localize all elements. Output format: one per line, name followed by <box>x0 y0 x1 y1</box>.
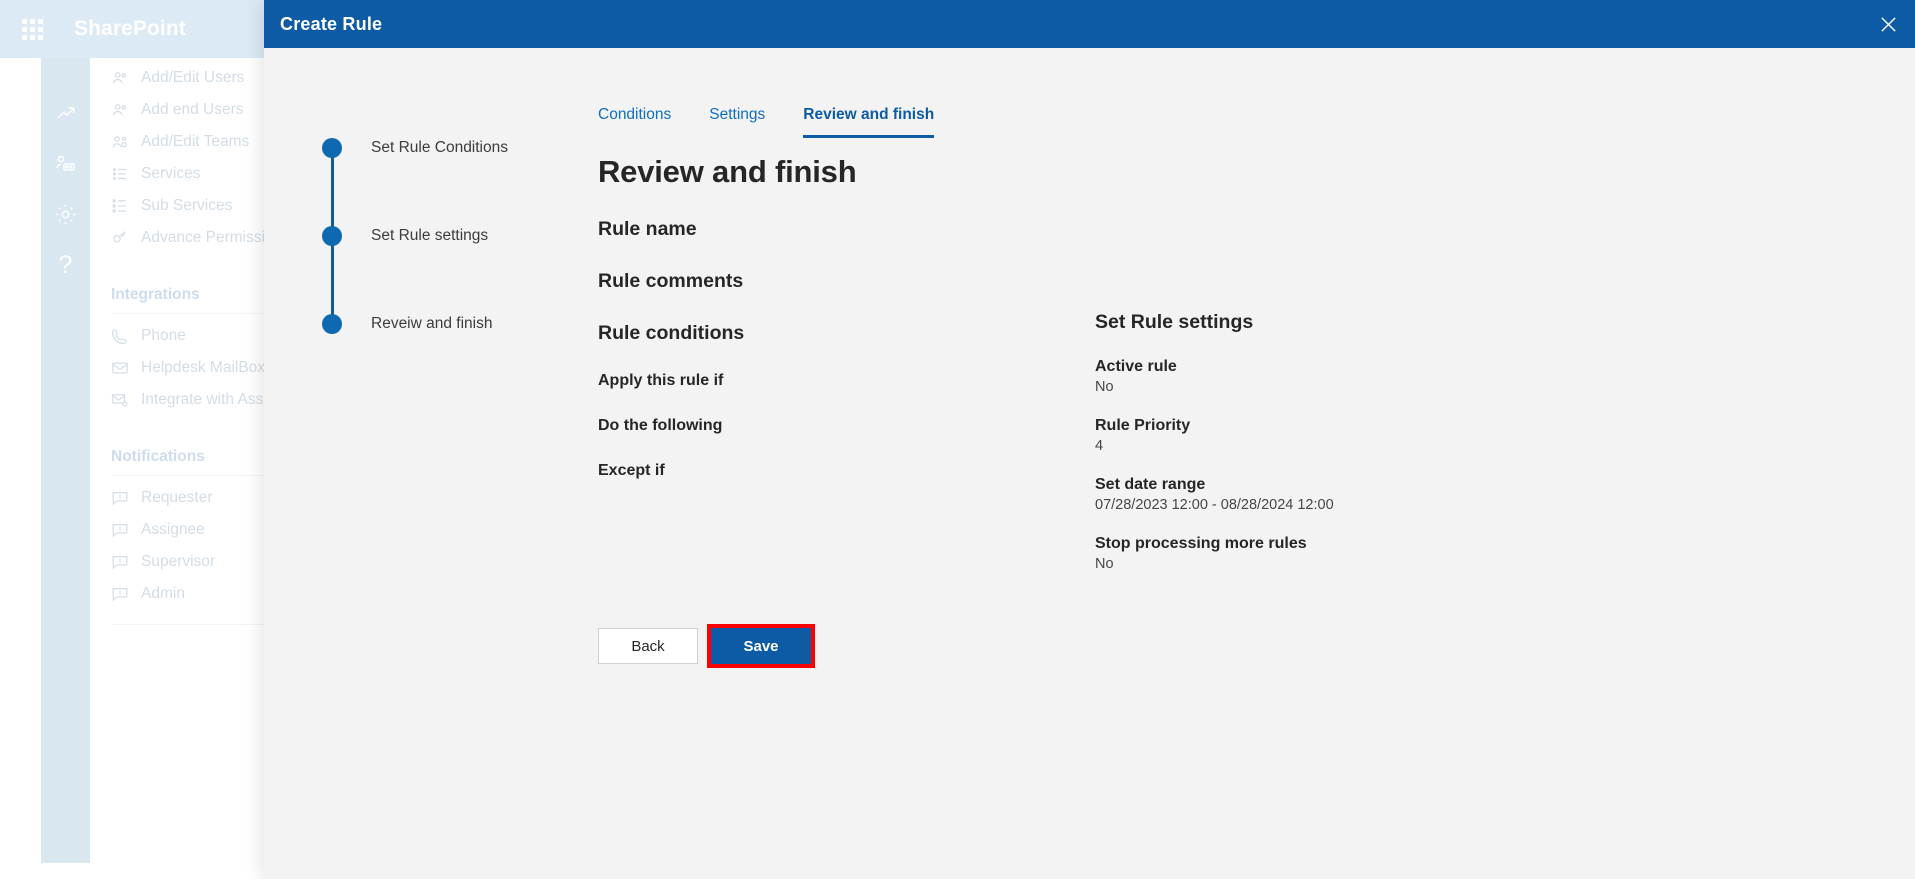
rail-item-people[interactable] <box>41 138 90 189</box>
nav-item-label: Add/Edit Teams <box>141 133 250 150</box>
rail-item-analytics[interactable] <box>41 87 90 138</box>
nav-item-label: Sub Services <box>141 197 233 214</box>
setting-rule-priority: Rule Priority 4 <box>1095 417 1555 454</box>
setting-value: 4 <box>1095 438 1104 454</box>
step-set-rule-settings[interactable]: Set Rule settings <box>322 192 582 324</box>
close-x-icon <box>1879 15 1898 34</box>
page-title: Review and finish <box>598 154 857 189</box>
rail-item-settings[interactable] <box>41 189 90 240</box>
dialog-header: Create Rule <box>264 0 1915 48</box>
step-dot-icon <box>322 226 342 246</box>
users-icon <box>111 101 135 119</box>
back-button[interactable]: Back <box>598 628 698 664</box>
waffle-grid-icon[interactable] <box>12 9 52 49</box>
nav-item-label: Requester <box>141 489 213 506</box>
settings-panel-title: Set Rule settings <box>1095 311 1254 333</box>
mail-gear-icon <box>111 391 135 409</box>
nav-item-label: Supervisor <box>141 553 216 570</box>
nav-item-label: Services <box>141 165 201 182</box>
help-question-icon: ? <box>58 251 73 279</box>
nav-item-label: Helpdesk MailBox <box>141 359 266 376</box>
field-except-if: Except if <box>598 462 665 479</box>
team-icon <box>111 133 135 151</box>
nav-item-label: Phone <box>141 327 186 344</box>
suite-app-name: SharePoint <box>74 17 186 40</box>
step-dot-icon <box>322 138 342 158</box>
field-apply-this-rule-if: Apply this rule if <box>598 372 724 389</box>
wizard-tabs: Conditions Settings Review and finish <box>598 106 934 138</box>
comment-alert-icon <box>111 585 135 603</box>
sublist-icon <box>111 197 135 215</box>
field-rule-name: Rule name <box>598 218 697 240</box>
icon-rail: ? <box>41 58 90 863</box>
tab-settings[interactable]: Settings <box>709 106 765 138</box>
field-do-the-following: Do the following <box>598 417 723 434</box>
comment-alert-icon <box>111 489 135 507</box>
users-icon <box>111 69 135 87</box>
key-icon <box>111 229 135 247</box>
step-connector <box>331 236 334 324</box>
dialog-body: Set Rule Conditions Set Rule settings Re… <box>264 48 1915 879</box>
list-icon <box>111 165 135 183</box>
setting-value: 07/28/2023 12:00 - 08/28/2024 12:00 <box>1095 497 1334 513</box>
setting-key: Stop processing more rules <box>1095 535 1307 552</box>
step-label: Reveiw and finish <box>371 315 493 332</box>
comment-alert-icon <box>111 521 135 539</box>
phone-icon <box>111 327 135 345</box>
gear-settings-icon <box>53 202 78 227</box>
tab-review-and-finish[interactable]: Review and finish <box>803 106 934 138</box>
create-rule-dialog: Create Rule Set Rule Conditions Set Rule… <box>264 0 1915 879</box>
tab-conditions[interactable]: Conditions <box>598 106 671 138</box>
close-dialog-button[interactable] <box>1861 0 1915 48</box>
step-dot-icon <box>322 314 342 334</box>
setting-value: No <box>1095 556 1114 572</box>
setting-key: Active rule <box>1095 358 1177 375</box>
dialog-footer-actions: Back Save <box>598 624 815 668</box>
dialog-title: Create Rule <box>280 13 383 34</box>
field-rule-conditions: Rule conditions <box>598 322 745 344</box>
app-root: SharePoint ? Add/Edit Users Add end User… <box>0 0 1915 879</box>
nav-item-label: Add/Edit Users <box>141 69 245 86</box>
rail-item-help[interactable]: ? <box>41 240 90 291</box>
setting-key: Rule Priority <box>1095 417 1191 434</box>
step-review-and-finish[interactable]: Reveiw and finish <box>322 280 582 368</box>
step-connector <box>331 148 334 236</box>
analytics-chart-icon <box>54 101 78 125</box>
nav-item-label: Admin <box>141 585 185 602</box>
nav-item-label: Assignee <box>141 521 205 538</box>
review-summary-left: Review and finish Rule name Rule comment… <box>598 154 1058 480</box>
setting-key: Set date range <box>1095 476 1206 493</box>
people-team-icon <box>54 152 78 176</box>
step-label: Set Rule settings <box>371 227 489 244</box>
review-summary-right: Set Rule settings Active rule No Rule Pr… <box>1095 311 1555 594</box>
setting-active-rule: Active rule No <box>1095 358 1555 395</box>
setting-set-date-range: Set date range 07/28/2023 12:00 - 08/28/… <box>1095 476 1555 513</box>
nav-item-label: Advance Permission <box>141 229 283 246</box>
save-button[interactable]: Save <box>707 624 815 668</box>
step-set-rule-conditions[interactable]: Set Rule Conditions <box>322 104 582 236</box>
nav-item-label: Integrate with Asset <box>141 391 277 408</box>
setting-stop-processing-more-rules: Stop processing more rules No <box>1095 535 1555 572</box>
nav-item-label: Add end Users <box>141 101 244 118</box>
mail-icon <box>111 359 135 377</box>
step-label: Set Rule Conditions <box>371 139 508 156</box>
setting-value: No <box>1095 379 1114 395</box>
field-rule-comments: Rule comments <box>598 270 744 292</box>
wizard-stepper: Set Rule Conditions Set Rule settings Re… <box>322 104 582 368</box>
comment-alert-icon <box>111 553 135 571</box>
